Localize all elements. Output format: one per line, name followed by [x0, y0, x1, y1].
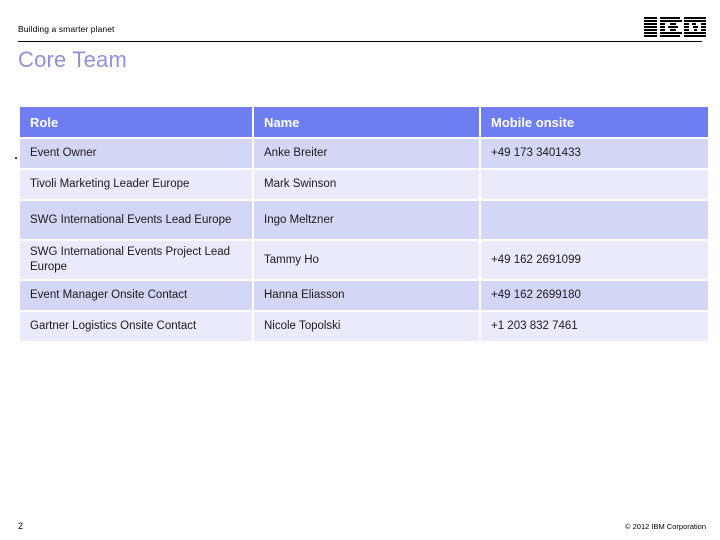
cell-name: Ingo Meltzner [254, 201, 479, 239]
header-divider [18, 41, 702, 42]
column-header-name: Name [254, 107, 479, 137]
core-team-table: Role Name Mobile onsite Event Owner Anke… [18, 105, 710, 343]
cell-name: Hanna Eliasson [254, 281, 479, 310]
table-row: Tivoli Marketing Leader Europe Mark Swin… [20, 170, 708, 199]
slide-footer: 2 © 2012 IBM Corporation [0, 510, 720, 540]
cell-mobile: +1 203 832 7461 [481, 312, 708, 341]
cell-role: Tivoli Marketing Leader Europe [20, 170, 252, 199]
cell-name: Mark Swinson [254, 170, 479, 199]
copyright-notice: © 2012 IBM Corporation [625, 522, 706, 531]
cell-mobile: +49 162 2691099 [481, 241, 708, 279]
table-row: SWG International Events Lead Europe Ing… [20, 201, 708, 239]
column-header-role: Role [20, 107, 252, 137]
table-header-row: Role Name Mobile onsite [20, 107, 708, 137]
cell-name: Tammy Ho [254, 241, 479, 279]
slide-header: Building a smarter planet [0, 0, 720, 44]
cell-role: Event Owner [20, 139, 252, 168]
cell-mobile: +49 162 2699180 [481, 281, 708, 310]
table-row: Event Manager Onsite Contact Hanna Elias… [20, 281, 708, 310]
cell-role: Event Manager Onsite Contact [20, 281, 252, 310]
cell-mobile [481, 170, 708, 199]
table-row: Event Owner Anke Breiter +49 173 3401433 [20, 139, 708, 168]
cell-role: SWG International Events Lead Europe [20, 201, 252, 239]
speck-artifact [15, 157, 17, 159]
page-number: 2 [18, 521, 24, 531]
cell-mobile [481, 201, 708, 239]
table-row: SWG International Events Project Lead Eu… [20, 241, 708, 279]
table-row: Gartner Logistics Onsite Contact Nicole … [20, 312, 708, 341]
tagline: Building a smarter planet [18, 24, 115, 34]
cell-mobile: +49 173 3401433 [481, 139, 708, 168]
page-title: Core Team [18, 47, 127, 72]
ibm-logo [644, 17, 706, 39]
cell-name: Anke Breiter [254, 139, 479, 168]
cell-role: SWG International Events Project Lead Eu… [20, 241, 252, 279]
cell-name: Nicole Topolski [254, 312, 479, 341]
column-header-mobile: Mobile onsite [481, 107, 708, 137]
cell-role: Gartner Logistics Onsite Contact [20, 312, 252, 341]
